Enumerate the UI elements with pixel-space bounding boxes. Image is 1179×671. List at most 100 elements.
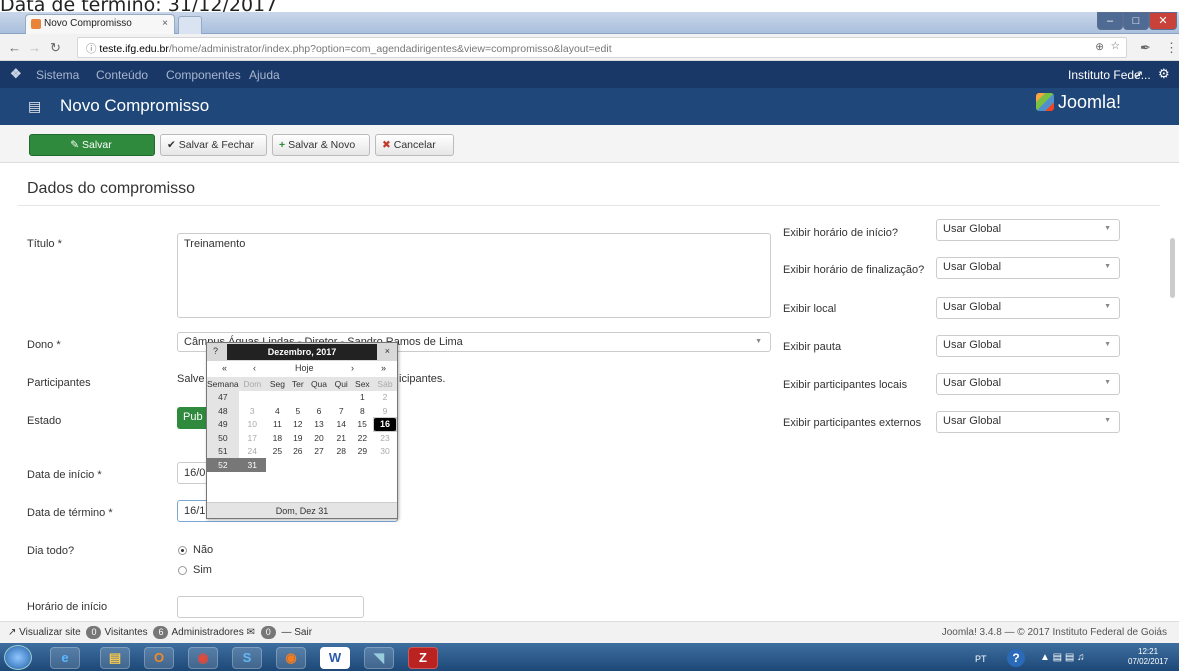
calendar-day[interactable] — [289, 391, 307, 405]
radio-sim[interactable] — [178, 566, 187, 575]
filezilla-taskbar-icon[interactable]: Z — [408, 647, 438, 669]
calendar-day[interactable]: 3 — [239, 404, 266, 418]
calendar-day[interactable]: 25 — [266, 445, 289, 459]
tab-close-icon[interactable]: × — [162, 18, 168, 29]
office-taskbar-icon[interactable]: O — [144, 647, 174, 669]
back-icon[interactable]: ← — [8, 40, 21, 55]
calendar-day[interactable]: 4 — [266, 404, 289, 418]
calendar-day[interactable]: 7 — [331, 404, 351, 418]
cancel-button[interactable]: ✖ Cancelar — [375, 134, 454, 156]
chrome-taskbar-icon[interactable]: ◉ — [188, 647, 218, 669]
cancel-label: Cancelar — [393, 139, 436, 151]
calendar-next-month[interactable]: › — [351, 363, 354, 375]
calendar-day-selected[interactable]: 16 — [372, 417, 398, 432]
scrollbar-thumb[interactable] — [1170, 238, 1175, 298]
star-icon[interactable]: ☆ — [1111, 40, 1120, 52]
option-select-horario-final[interactable]: Usar Global ▼ — [936, 257, 1120, 279]
calendar-day-hover[interactable]: 31 — [238, 458, 266, 472]
gear-icon[interactable]: ⚙ — [1158, 66, 1170, 82]
skype-taskbar-icon[interactable]: S — [232, 647, 262, 669]
calendar-day[interactable] — [266, 391, 289, 405]
menu-ajuda[interactable]: Ajuda — [249, 68, 280, 82]
calendar-day[interactable]: 17 — [239, 431, 266, 445]
calendar-day[interactable]: 11 — [266, 418, 289, 432]
calendar-day[interactable] — [307, 391, 331, 405]
calendar-day[interactable]: 26 — [289, 445, 307, 459]
logout-link[interactable]: Sair — [294, 627, 312, 638]
url-input[interactable]: ⓘ teste.ifg.edu.br/home/administrator/in… — [77, 37, 1127, 58]
new-tab-button[interactable] — [178, 16, 202, 34]
calendar-day[interactable]: 13 — [307, 418, 331, 432]
extension-icon[interactable]: ✒ — [1140, 40, 1151, 56]
option-select-local[interactable]: Usar Global ▼ — [936, 297, 1120, 319]
window-close-icon[interactable]: ✕ — [1149, 12, 1177, 30]
option-select-horario-inicio[interactable]: Usar Global ▼ — [936, 219, 1120, 241]
horario-inicio-input[interactable] — [177, 596, 364, 618]
calendar-today[interactable]: Hoje — [295, 363, 314, 375]
reload-icon[interactable]: ↻ — [50, 40, 61, 56]
option-select-pauta[interactable]: Usar Global ▼ — [936, 335, 1120, 357]
minimize-icon[interactable]: – — [1097, 12, 1123, 30]
calendar-day[interactable]: 28 — [331, 445, 351, 459]
calendar-day[interactable]: 6 — [307, 404, 331, 418]
browser-tab[interactable]: Novo Compromisso × — [25, 14, 175, 34]
calendar-day[interactable]: 29 — [351, 445, 373, 459]
save-button[interactable]: ✎ Salvar — [29, 134, 155, 156]
option-value: Usar Global — [943, 339, 1002, 351]
calendar-day[interactable]: 14 — [331, 418, 351, 432]
start-button-icon[interactable] — [4, 645, 32, 670]
day-header: Dom — [238, 377, 266, 391]
calendar-prev-month[interactable]: ‹ — [253, 363, 256, 375]
calendar-day[interactable]: 22 — [351, 431, 373, 445]
option-select-participantes-externos[interactable]: Usar Global ▼ — [936, 411, 1120, 433]
menu-conteudo[interactable]: Conteúdo — [96, 68, 148, 82]
language-indicator[interactable]: PT — [975, 654, 987, 664]
joomla-menu-logo-icon[interactable]: ❖ — [10, 66, 22, 82]
save-close-button[interactable]: ✔ Salvar & Fechar — [160, 134, 267, 156]
calendar-day[interactable]: 18 — [266, 431, 289, 445]
calendar-day[interactable]: 2 — [373, 391, 396, 405]
word-taskbar-icon[interactable]: W — [320, 647, 350, 669]
view-site-link[interactable]: ↗ Visualizar site 0 Visitantes 6 Administr… — [8, 626, 312, 639]
browser-menu-icon[interactable]: ⋮ — [1165, 40, 1178, 56]
calendar-day[interactable]: 5 — [289, 404, 307, 418]
calendar-day[interactable]: 30 — [373, 445, 396, 459]
option-select-participantes-locais[interactable]: Usar Global ▼ — [936, 373, 1120, 395]
tray-icons[interactable]: ▲ ▤ ▤ ♫ — [1040, 652, 1085, 663]
calendar-day[interactable]: 15 — [351, 418, 373, 432]
calendar-close-icon[interactable]: × — [385, 346, 390, 356]
titulo-textarea[interactable]: Treinamento — [177, 233, 771, 318]
save-new-button[interactable]: + Salvar & Novo — [272, 134, 370, 156]
calendar-day[interactable]: 10 — [239, 418, 266, 432]
participantes-label: Participantes — [27, 377, 91, 389]
calendar-help-icon[interactable]: ? — [213, 346, 218, 356]
page-scrollbar[interactable] — [1169, 208, 1177, 618]
calendar-day[interactable]: 9 — [373, 404, 396, 418]
calendar-day[interactable]: 24 — [239, 445, 266, 459]
calendar-day[interactable]: 21 — [331, 431, 351, 445]
maximize-icon[interactable]: □ — [1123, 12, 1149, 30]
calendar-day[interactable]: 12 — [289, 418, 307, 432]
forward-icon[interactable]: → — [28, 40, 41, 55]
calendar-prev-year[interactable]: « — [222, 363, 227, 375]
calendar-day[interactable]: 20 — [307, 431, 331, 445]
check-icon: ✔ — [167, 139, 176, 151]
app-taskbar-icon[interactable]: ◥ — [364, 647, 394, 669]
firefox-taskbar-icon[interactable]: ◉ — [276, 647, 306, 669]
calendar-day[interactable] — [239, 391, 266, 405]
menu-componentes[interactable]: Componentes — [166, 68, 241, 82]
explorer-taskbar-icon[interactable]: ▤ — [100, 647, 130, 669]
calendar-day[interactable]: 27 — [307, 445, 331, 459]
calendar-day[interactable]: 8 — [351, 404, 373, 418]
calendar-day[interactable] — [331, 391, 351, 405]
ie-taskbar-icon[interactable]: e — [50, 647, 80, 669]
calendar-day[interactable]: 23 — [373, 431, 396, 445]
radio-nao[interactable] — [178, 546, 187, 555]
clock[interactable]: 12:21 07/02/2017 — [1128, 647, 1168, 667]
menu-sistema[interactable]: Sistema — [36, 68, 79, 82]
calendar-day[interactable]: 19 — [289, 431, 307, 445]
help-icon[interactable]: ? — [1007, 649, 1025, 667]
calendar-day[interactable]: 1 — [351, 391, 373, 405]
calendar-next-year[interactable]: » — [381, 363, 386, 375]
zoom-icon[interactable]: ⊕ — [1095, 41, 1104, 53]
